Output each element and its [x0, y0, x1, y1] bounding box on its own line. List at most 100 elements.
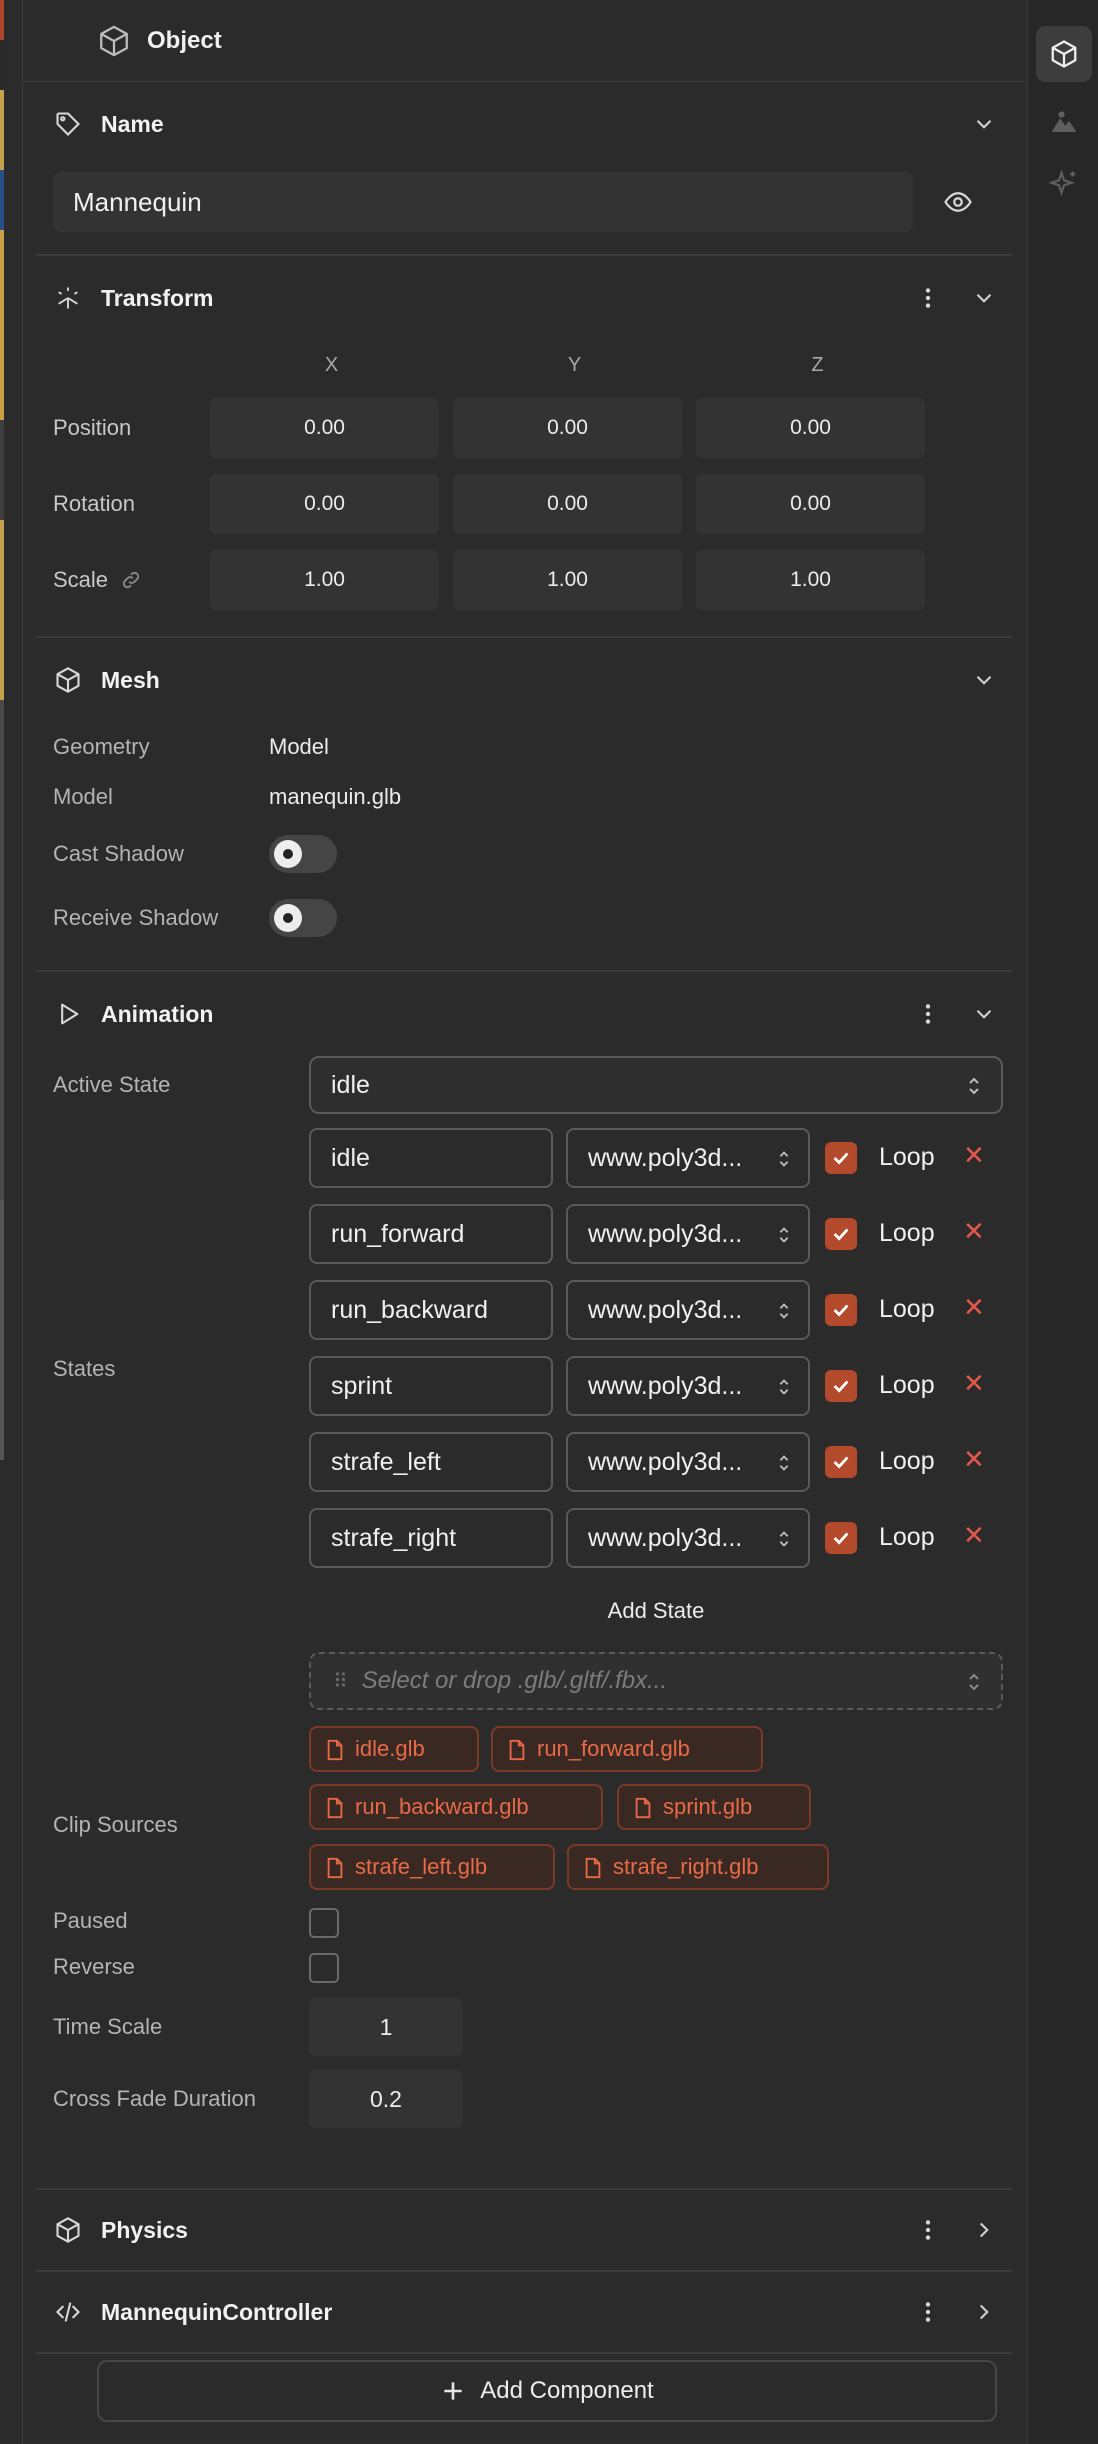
remove-state-button[interactable]: ✕	[963, 1368, 985, 1399]
check-icon	[833, 1532, 849, 1545]
cross-fade-field[interactable]: 0.2	[309, 2070, 463, 2128]
rail-environment-tab[interactable]	[1036, 94, 1092, 150]
axis-icon	[53, 283, 83, 313]
play-icon	[53, 999, 83, 1029]
state-source-select[interactable]: www.poly3d...	[566, 1204, 810, 1264]
state-source-select[interactable]: www.poly3d...	[566, 1280, 810, 1340]
link-icon[interactable]	[120, 569, 142, 591]
state-name-input[interactable]: sprint	[309, 1356, 553, 1416]
rail-object-tab[interactable]	[1036, 26, 1092, 82]
clip-chip[interactable]: strafe_left.glb	[309, 1844, 555, 1890]
rotation-y-field[interactable]: 0.00	[453, 474, 682, 534]
more-vertical-icon[interactable]	[915, 285, 941, 311]
scale-row: Scale 1.00 1.00 1.00	[35, 542, 1013, 618]
rail-effects-tab[interactable]	[1036, 156, 1092, 212]
active-state-select[interactable]: idle	[309, 1056, 1003, 1114]
receive-shadow-label: Receive Shadow	[53, 905, 219, 930]
state-source-select[interactable]: www.poly3d...	[566, 1508, 810, 1568]
reverse-checkbox[interactable]	[309, 1953, 339, 1983]
name-section-title: Name	[101, 110, 164, 137]
state-name-input[interactable]: idle	[309, 1128, 553, 1188]
physics-section-header[interactable]: Physics	[35, 2190, 1013, 2270]
more-vertical-icon[interactable]	[915, 1001, 941, 1027]
eye-icon[interactable]	[943, 187, 973, 217]
clip-drop-zone[interactable]: ⠿ Select or drop .glb/.gltf/.fbx...	[309, 1652, 1003, 1710]
model-value: manequin.glb	[269, 784, 402, 809]
receive-shadow-toggle[interactable]	[269, 899, 337, 937]
scale-x-field[interactable]: 1.00	[210, 550, 439, 610]
chevron-down-icon[interactable]	[971, 667, 997, 693]
geometry-row: Geometry Model	[35, 722, 1013, 772]
animation-section-header[interactable]: Animation	[35, 972, 1013, 1056]
state-source-select[interactable]: www.poly3d...	[566, 1356, 810, 1416]
clip-chip[interactable]: run_forward.glb	[491, 1726, 763, 1772]
state-source-select[interactable]: www.poly3d...	[566, 1128, 810, 1188]
remove-state-button[interactable]: ✕	[963, 1292, 985, 1323]
state-name-input[interactable]: strafe_right	[309, 1508, 553, 1568]
more-vertical-icon[interactable]	[915, 2299, 941, 2325]
transform-section: Transform X Y Z Position 0.00 0.00 0.00 …	[35, 256, 1013, 638]
controller-title: MannequinController	[101, 2298, 333, 2325]
time-scale-label: Time Scale	[53, 2014, 163, 2039]
state-name-input[interactable]: strafe_left	[309, 1432, 553, 1492]
loop-label: Loop	[879, 1371, 935, 1399]
mesh-section-header[interactable]: Mesh	[35, 638, 1013, 722]
transform-title: Transform	[101, 284, 214, 311]
time-scale-field[interactable]: 1	[309, 1998, 463, 2056]
inspector-panel: Object Name Mannequin Transform X Y Z Po…	[22, 0, 1028, 2444]
reverse-label: Reverse	[53, 1954, 135, 1979]
name-section-header[interactable]: Name	[35, 82, 1013, 166]
chevron-down-icon[interactable]	[971, 111, 997, 137]
remove-state-button[interactable]: ✕	[963, 1520, 985, 1551]
code-icon	[53, 2297, 83, 2327]
updown-icon	[779, 1227, 789, 1243]
controller-section-header[interactable]: MannequinController	[35, 2272, 1013, 2352]
file-icon	[585, 1857, 601, 1879]
axis-header: X Y Z	[35, 340, 1013, 390]
add-component-button[interactable]: Add Component	[97, 2360, 997, 2422]
clip-chip[interactable]: run_backward.glb	[309, 1784, 603, 1830]
physics-section: Physics	[35, 2190, 1013, 2272]
chevron-right-icon[interactable]	[971, 2299, 997, 2325]
chevron-down-icon[interactable]	[971, 285, 997, 311]
position-y-field[interactable]: 0.00	[453, 398, 682, 458]
rotation-label: Rotation	[53, 491, 135, 516]
scale-z-field[interactable]: 1.00	[696, 550, 925, 610]
state-name-input[interactable]: run_backward	[309, 1280, 553, 1340]
position-z-field[interactable]: 0.00	[696, 398, 925, 458]
clip-chip[interactable]: strafe_right.glb	[567, 1844, 829, 1890]
cast-shadow-toggle[interactable]	[269, 835, 337, 873]
loop-checkbox[interactable]	[825, 1446, 857, 1478]
rotation-x-field[interactable]: 0.00	[210, 474, 439, 534]
loop-checkbox[interactable]	[825, 1294, 857, 1326]
states-label: States	[53, 1356, 116, 1381]
loop-checkbox[interactable]	[825, 1370, 857, 1402]
remove-state-button[interactable]: ✕	[963, 1444, 985, 1475]
chevron-right-icon[interactable]	[971, 2217, 997, 2243]
clip-chip[interactable]: sprint.glb	[617, 1784, 811, 1830]
rotation-z-field[interactable]: 0.00	[696, 474, 925, 534]
scale-y-field[interactable]: 1.00	[453, 550, 682, 610]
loop-label: Loop	[879, 1143, 935, 1171]
paused-checkbox[interactable]	[309, 1908, 339, 1938]
add-state-button[interactable]: Add State	[309, 1598, 1003, 1624]
loop-checkbox[interactable]	[825, 1218, 857, 1250]
loop-label: Loop	[879, 1219, 935, 1247]
transform-section-header[interactable]: Transform	[35, 256, 1013, 340]
scale-label: Scale	[53, 567, 210, 593]
state-name-input[interactable]: run_forward	[309, 1204, 553, 1264]
chevron-down-icon[interactable]	[971, 1001, 997, 1027]
remove-state-button[interactable]: ✕	[963, 1216, 985, 1247]
plus-icon	[444, 2382, 462, 2400]
header-title: Object	[147, 26, 222, 54]
more-vertical-icon[interactable]	[915, 2217, 941, 2243]
cast-shadow-row: Cast Shadow	[35, 822, 1013, 886]
remove-state-button[interactable]: ✕	[963, 1140, 985, 1171]
axis-y-label: Y	[567, 353, 582, 376]
clip-chip[interactable]: idle.glb	[309, 1726, 479, 1772]
loop-checkbox[interactable]	[825, 1522, 857, 1554]
object-name-input[interactable]: Mannequin	[53, 172, 913, 232]
loop-checkbox[interactable]	[825, 1142, 857, 1174]
state-source-select[interactable]: www.poly3d...	[566, 1432, 810, 1492]
position-x-field[interactable]: 0.00	[210, 398, 439, 458]
